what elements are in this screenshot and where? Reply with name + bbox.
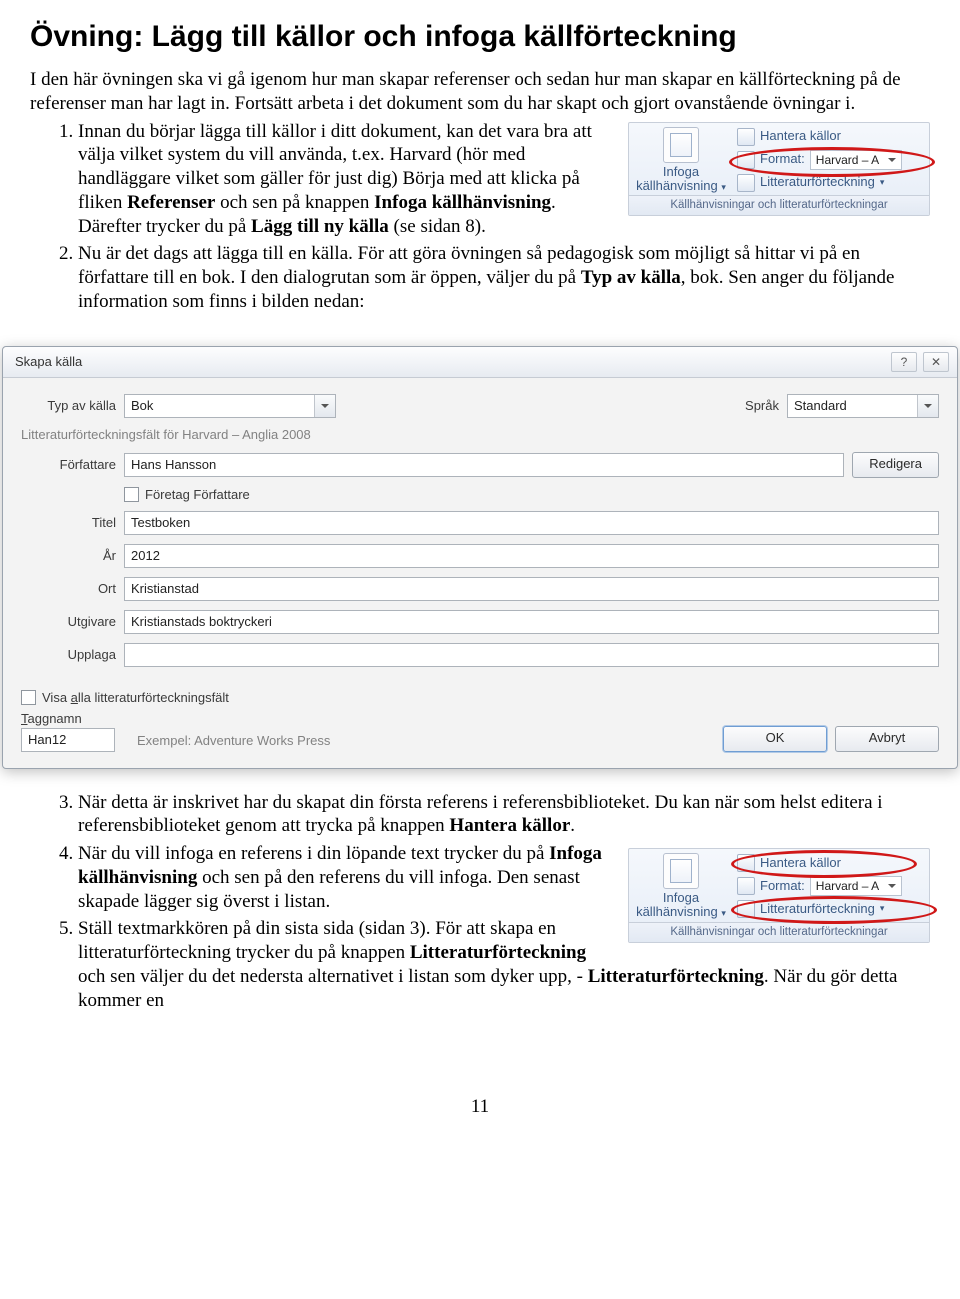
create-source-dialog: Skapa källa ? ✕ Typ av källa Bok Språk S… (2, 346, 958, 769)
example-text: Exempel: Adventure Works Press (137, 733, 330, 748)
ok-button[interactable]: OK (723, 726, 827, 752)
city-label: Ort (21, 581, 116, 596)
publisher-input[interactable]: Kristianstads boktryckeri (124, 610, 939, 634)
author-input[interactable]: Hans Hansson (124, 453, 844, 477)
bibliography-button[interactable]: Litteraturförteckning ▾ (737, 173, 923, 193)
format-select[interactable]: Harvard – A (810, 876, 902, 896)
format-dropdown-row[interactable]: Format: Harvard – A (737, 150, 923, 170)
year-input[interactable]: 2012 (124, 544, 939, 568)
heading: Övning: Lägg till källor och infoga käll… (30, 20, 930, 54)
edition-label: Upplaga (21, 647, 116, 662)
ribbon-group-caption: Källhänvisningar och litteraturförteckni… (629, 195, 929, 215)
ribbon-group-caption: Källhänvisningar och litteraturförteckni… (629, 922, 929, 942)
tag-label: Taggnamn (21, 711, 115, 726)
insert-citation-button[interactable]: Infogakällhänvisning ▾ (635, 853, 727, 920)
corp-author-checkbox[interactable]: Företag Författare (124, 487, 250, 502)
page-number: 11 (30, 1096, 930, 1118)
help-icon[interactable]: ? (891, 352, 917, 372)
checkbox-icon (21, 690, 36, 705)
lang-select[interactable]: Standard (787, 394, 939, 418)
type-select[interactable]: Bok (124, 394, 336, 418)
format-icon (737, 877, 755, 895)
manage-sources-button[interactable]: Hantera källor (737, 127, 923, 147)
edit-author-button[interactable]: Redigera (852, 452, 939, 478)
field-group-header: Litteraturförteckningsfält för Harvard –… (21, 427, 939, 442)
book-icon (737, 854, 755, 872)
title-label: Titel (21, 515, 116, 530)
ribbon-screenshot-2: Infogakällhänvisning ▾ Hantera källor Fo… (628, 848, 930, 943)
step-3: När detta är inskrivet har du skapat din… (78, 791, 930, 839)
cancel-button[interactable]: Avbryt (835, 726, 939, 752)
insert-citation-button[interactable]: Infogakällhänvisning ▾ (635, 127, 727, 194)
format-select[interactable]: Harvard – A (810, 150, 902, 170)
step-4: Infogakällhänvisning ▾ Hantera källor Fo… (78, 842, 930, 913)
step-1: Infogakällhänvisning ▾ Hantera källor Fo… (78, 120, 930, 239)
dialog-titlebar: Skapa källa ? ✕ (3, 347, 957, 378)
year-label: År (21, 548, 116, 563)
bib-icon (737, 900, 755, 918)
format-icon (737, 151, 755, 169)
ribbon-screenshot-1: Infogakällhänvisning ▾ Hantera källor Fo… (628, 122, 930, 217)
bib-icon (737, 174, 755, 192)
bibliography-button[interactable]: Litteraturförteckning ▾ (737, 899, 923, 919)
type-label: Typ av källa (21, 398, 116, 413)
close-icon[interactable]: ✕ (923, 352, 949, 372)
edition-input[interactable] (124, 643, 939, 667)
author-label: Författare (21, 457, 116, 472)
book-icon (737, 128, 755, 146)
lang-label: Språk (745, 398, 779, 413)
city-input[interactable]: Kristianstad (124, 577, 939, 601)
step-2: Nu är det dags att lägga till en källa. … (78, 242, 930, 313)
intro-paragraph: I den här övningen ska vi gå igenom hur … (30, 68, 930, 116)
page-icon (663, 853, 699, 889)
tag-input[interactable]: Han12 (21, 728, 115, 752)
format-dropdown-row[interactable]: Format: Harvard – A (737, 876, 923, 896)
dialog-title-text: Skapa källa (15, 354, 82, 369)
showall-checkbox[interactable]: Visa alla litteraturförteckningsfält (21, 690, 229, 705)
manage-sources-button[interactable]: Hantera källor (737, 853, 923, 873)
title-input[interactable]: Testboken (124, 511, 939, 535)
checkbox-icon (124, 487, 139, 502)
publisher-label: Utgivare (21, 614, 116, 629)
page-icon (663, 127, 699, 163)
